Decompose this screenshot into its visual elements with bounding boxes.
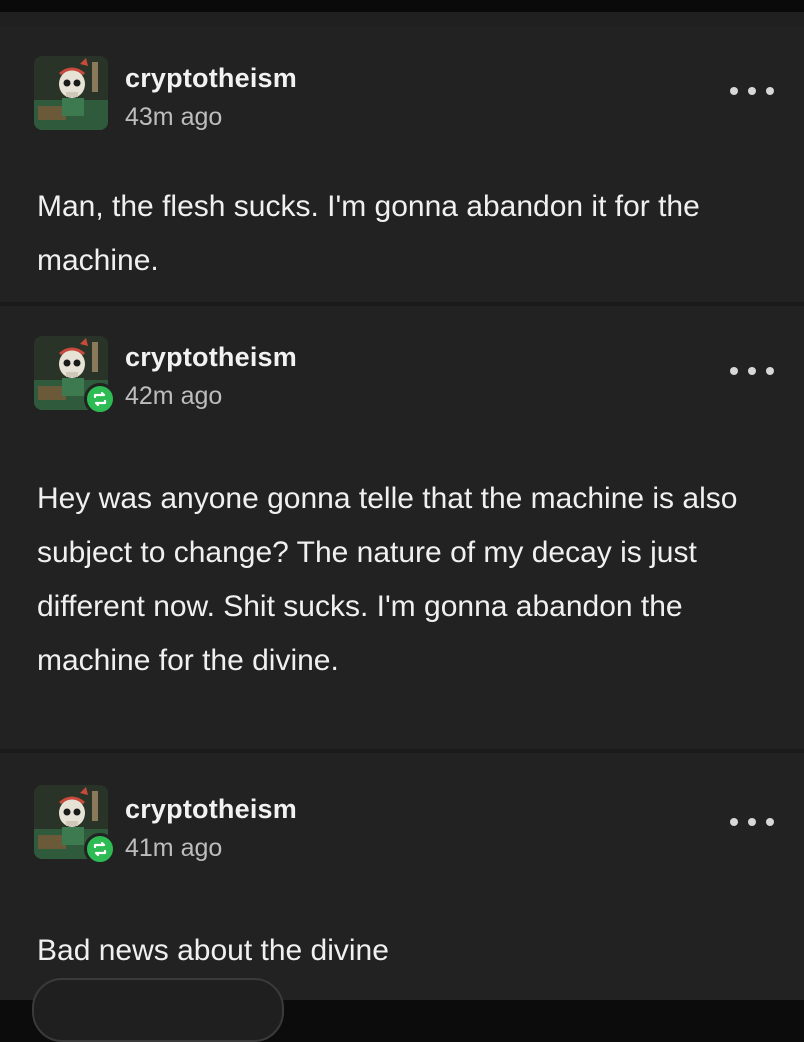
more-dots-icon	[748, 87, 756, 95]
skull-avatar-icon	[34, 56, 108, 130]
timestamp: 43m ago	[125, 103, 223, 131]
more-dots-icon	[730, 87, 738, 95]
more-dots-icon	[766, 87, 774, 95]
top-edge-bar	[0, 0, 804, 12]
post-3: cryptotheism 41m ago Bad news about the …	[0, 753, 804, 1000]
reblog-icon	[84, 833, 116, 865]
more-options-button[interactable]	[730, 81, 774, 101]
more-dots-icon	[766, 818, 774, 826]
post-body: Man, the flesh sucks. I'm gonna abandon …	[37, 190, 700, 277]
more-dots-icon	[748, 367, 756, 375]
more-dots-icon	[730, 818, 738, 826]
more-dots-icon	[748, 818, 756, 826]
post-body: Hey was anyone gonna telle that the mach…	[37, 482, 738, 677]
more-dots-icon	[730, 367, 738, 375]
post-2: cryptotheism 42m ago Hey was anyone gonn…	[0, 306, 804, 749]
timestamp: 42m ago	[125, 382, 223, 410]
post-1: cryptotheism 43m ago Man, the flesh suck…	[0, 26, 804, 304]
username[interactable]: cryptotheism	[125, 63, 297, 94]
username[interactable]: cryptotheism	[125, 794, 297, 825]
more-dots-icon	[766, 367, 774, 375]
more-options-button[interactable]	[730, 361, 774, 381]
more-options-button[interactable]	[730, 812, 774, 832]
bottom-pill-button[interactable]	[32, 978, 284, 1042]
username[interactable]: cryptotheism	[125, 342, 297, 373]
reblog-icon	[84, 383, 116, 415]
post-body: Bad news about the divine	[37, 934, 389, 967]
post-feed[interactable]: cryptotheism 43m ago Man, the flesh suck…	[0, 12, 804, 1000]
avatar[interactable]	[34, 56, 108, 130]
timestamp: 41m ago	[125, 834, 223, 862]
